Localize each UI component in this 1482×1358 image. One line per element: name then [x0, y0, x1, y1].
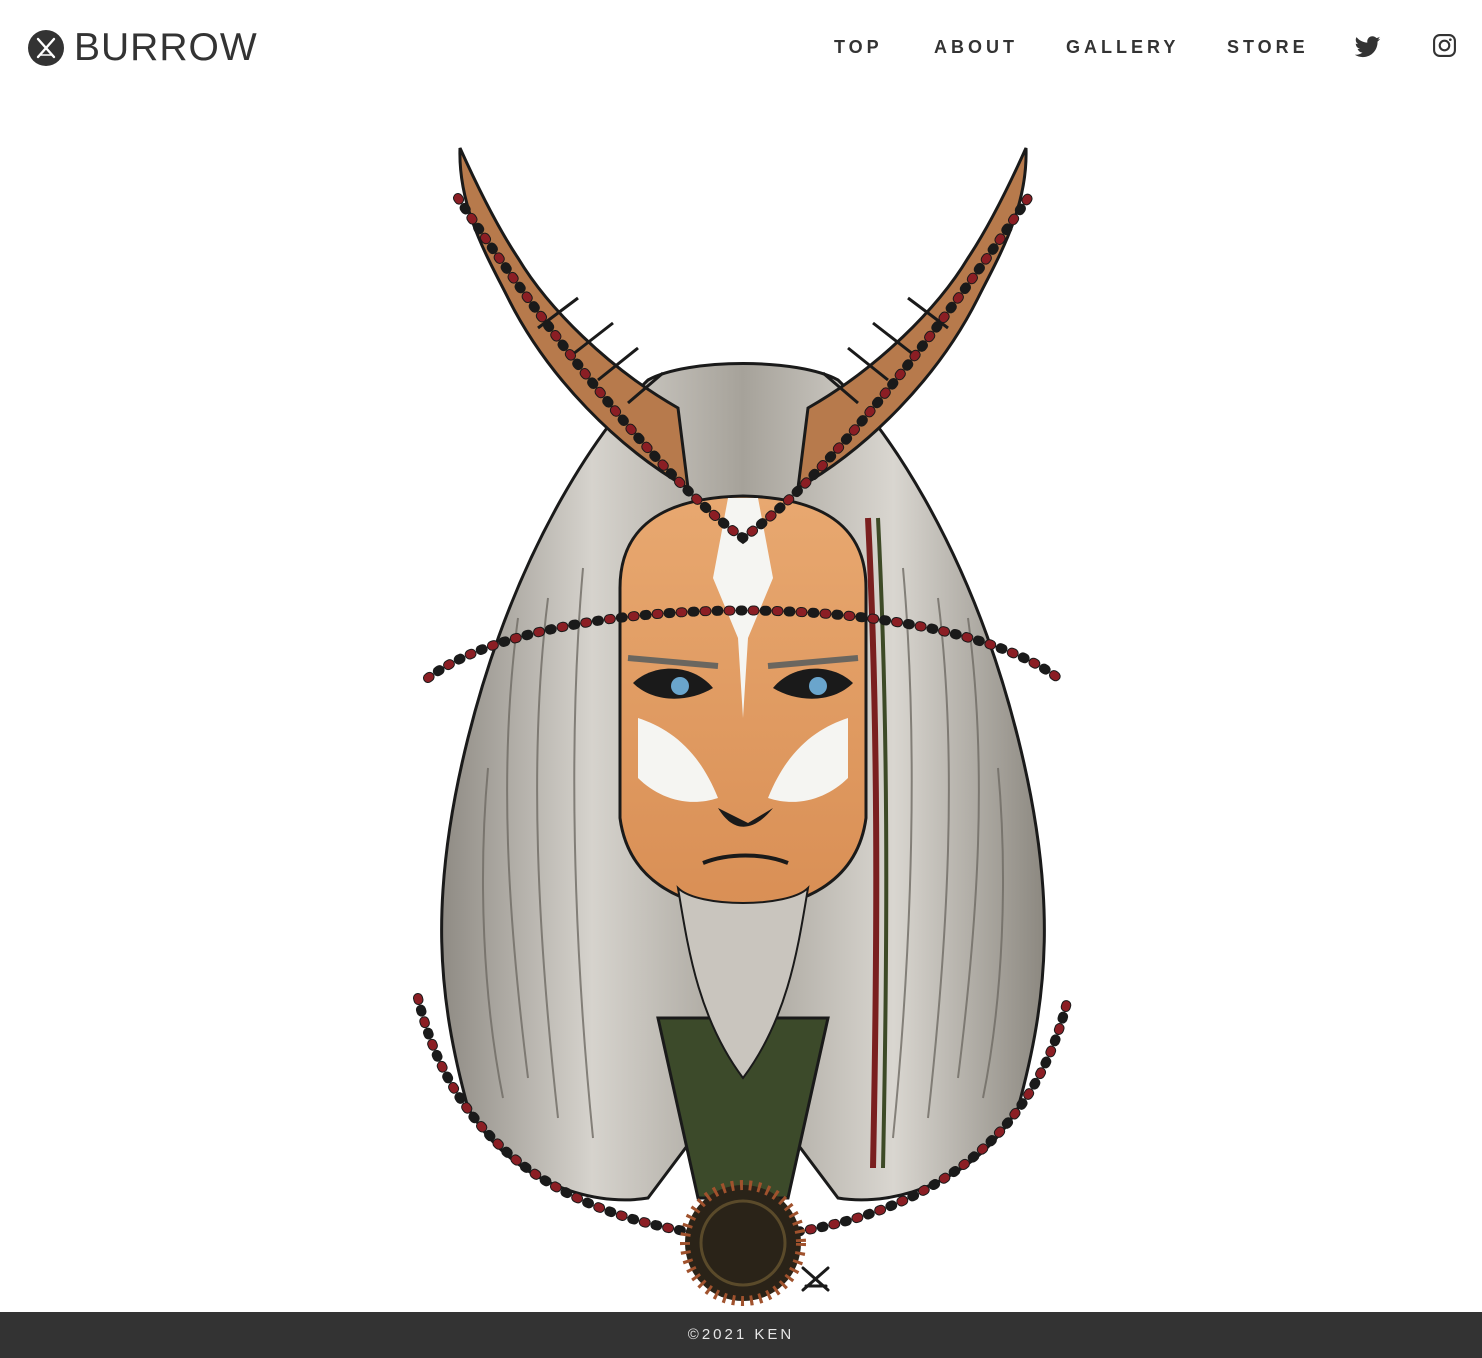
instagram-icon — [1433, 34, 1456, 57]
right-horn — [796, 147, 1028, 491]
twitter-icon — [1354, 36, 1381, 58]
nav-top[interactable]: TOP — [834, 34, 883, 60]
site-header: BURROW TOP ABOUT GALLERY STORE — [0, 0, 1482, 96]
left-horn — [458, 147, 690, 491]
copyright-text: ©2021 KEN — [687, 1326, 795, 1343]
nav-about[interactable]: ABOUT — [934, 34, 1018, 60]
page: BURROW TOP ABOUT GALLERY STORE ©2021 KEN — [0, 0, 1482, 1358]
nav-gallery[interactable]: GALLERY — [1066, 34, 1179, 60]
nav-store[interactable]: STORE — [1227, 34, 1309, 60]
twitter-link[interactable] — [1354, 35, 1381, 59]
instagram-link[interactable] — [1432, 33, 1457, 58]
site-footer: ©2021 KEN — [0, 1312, 1482, 1358]
artist-signature-mark — [801, 1266, 830, 1292]
artwork-illustration — [413, 147, 1073, 1306]
main-nav: TOP ABOUT GALLERY STORE — [0, 34, 1482, 62]
